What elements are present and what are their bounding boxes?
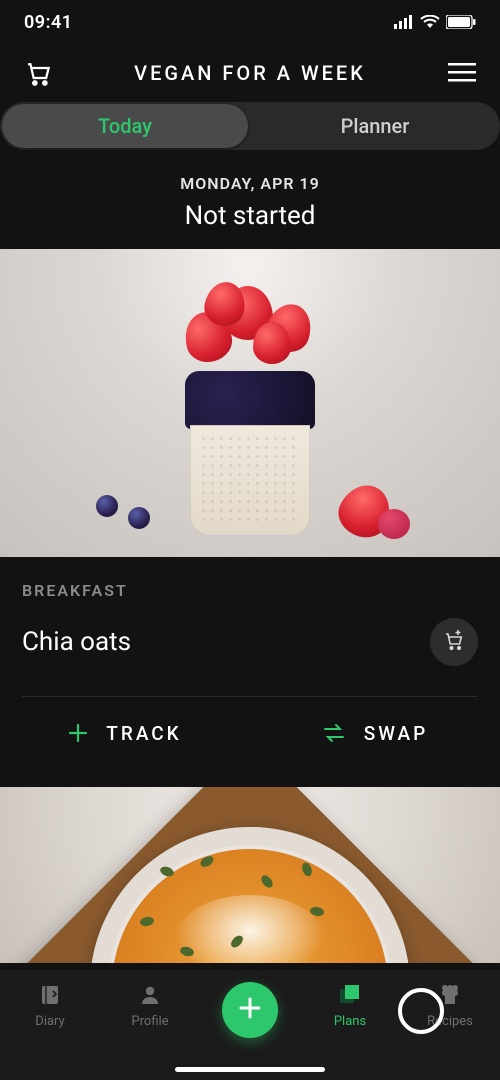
status-icons (394, 15, 476, 29)
meal-title: Chia oats (22, 627, 131, 657)
tab-label: Profile (131, 1014, 168, 1029)
tab-planner[interactable]: Planner (250, 102, 500, 150)
plus-icon (68, 723, 88, 743)
plans-icon (335, 980, 365, 1010)
meal-actions: TRACK SWAP (0, 697, 500, 769)
plus-icon (237, 995, 263, 1025)
cart-icon[interactable] (22, 57, 54, 89)
tab-today[interactable]: Today (0, 102, 250, 150)
tab-label: Recipes (427, 1014, 473, 1029)
tab-label: Diary (35, 1014, 64, 1029)
diary-icon (35, 980, 65, 1010)
plan-status: Not started (0, 201, 500, 231)
tab-profile[interactable]: Profile (100, 980, 200, 1029)
tab-diary[interactable]: Diary (0, 980, 100, 1029)
screen: 09:41 VEGAN FOR A WEEK Today Planner (0, 0, 500, 1080)
tab-label: Plans (334, 1014, 366, 1029)
cellular-icon (394, 15, 414, 29)
meal-card-breakfast: BREAKFAST Chia oats (0, 557, 500, 697)
add-to-cart-button[interactable] (430, 618, 478, 666)
fab-add-button[interactable] (222, 982, 278, 1038)
page-title: VEGAN FOR A WEEK (134, 61, 366, 85)
hamburger-menu-icon[interactable] (446, 57, 478, 89)
tab-recipes[interactable]: Recipes (400, 980, 500, 1029)
meal-image-next[interactable] (0, 787, 500, 963)
status-time: 09:41 (24, 12, 73, 33)
status-bar: 09:41 (0, 0, 500, 44)
tab-plans[interactable]: Plans (300, 980, 400, 1029)
swap-button[interactable]: SWAP (250, 697, 500, 769)
track-label: TRACK (106, 722, 181, 745)
divider (22, 696, 478, 697)
date-label: MONDAY, APR 19 (0, 174, 500, 193)
meal-image-breakfast[interactable] (0, 249, 500, 557)
segment-control: Today Planner (0, 102, 500, 158)
battery-icon (446, 15, 476, 29)
swap-icon (322, 723, 346, 743)
tab-add[interactable] (200, 980, 300, 1038)
swap-label: SWAP (364, 722, 429, 745)
recipes-icon (435, 980, 465, 1010)
track-button[interactable]: TRACK (0, 697, 250, 769)
date-block: MONDAY, APR 19 Not started (0, 158, 500, 249)
bottom-tabbar: Diary Profile Plans Recipes (0, 970, 500, 1080)
wifi-icon (420, 15, 440, 29)
home-indicator[interactable] (175, 1067, 325, 1072)
profile-icon (135, 980, 165, 1010)
appbar: VEGAN FOR A WEEK (0, 44, 500, 102)
meal-type-label: BREAKFAST (22, 581, 478, 600)
cart-plus-icon (442, 628, 466, 656)
